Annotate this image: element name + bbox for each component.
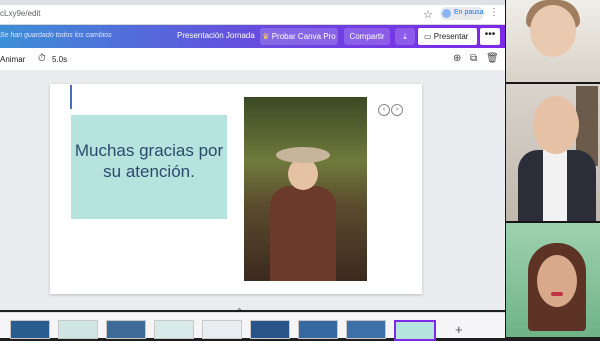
participant-lips: [551, 292, 563, 296]
profile-status-label: En pausa: [454, 9, 484, 16]
page-thumbnail[interactable]: [10, 320, 50, 339]
present-button[interactable]: ▭ Presentar: [417, 27, 478, 46]
duplicate-page-icon[interactable]: ⧉: [470, 53, 477, 64]
page-thumbnail[interactable]: [250, 320, 290, 339]
share-button[interactable]: Compartir: [344, 28, 390, 45]
thanks-text[interactable]: Muchas gracias por su atención.: [71, 140, 227, 182]
page-thumbnail[interactable]: [58, 320, 98, 339]
try-pro-button[interactable]: ♛ Probar Canva Pro: [260, 28, 338, 45]
animate-button[interactable]: Animar: [0, 55, 25, 64]
save-status: Se han guardado todos los cambios: [0, 32, 112, 39]
text-cursor: [70, 85, 72, 109]
page-thumbnail[interactable]: [298, 320, 338, 339]
presentation-title[interactable]: Presentación Jornada: [177, 31, 255, 40]
url-text[interactable]: cLxy9e/edit: [0, 9, 40, 18]
timer-icon[interactable]: ⏱: [38, 53, 46, 64]
present-icon: ▭: [424, 32, 434, 41]
more-options-icon[interactable]: •••: [479, 27, 501, 46]
add-page-button[interactable]: +: [455, 322, 463, 337]
participant-face: [537, 255, 577, 307]
bookmark-star-icon[interactable]: ☆: [423, 8, 433, 21]
photo-person-hat: [276, 147, 330, 163]
page-thumbnail[interactable]: [106, 320, 146, 339]
profile-avatar: [442, 9, 451, 18]
browser-menu-icon[interactable]: ⋮: [489, 7, 499, 18]
delete-page-icon[interactable]: 🗑: [486, 53, 499, 64]
participant-face: [533, 96, 579, 154]
chevron-right-icon[interactable]: ›: [391, 104, 403, 116]
crown-icon: ♛: [262, 32, 272, 41]
present-label: Presentar: [433, 32, 469, 41]
participant-shirt: [543, 150, 567, 221]
duration-value[interactable]: 5.0s: [52, 55, 67, 64]
try-pro-label: Probar Canva Pro: [271, 32, 336, 41]
page-thumbnail-active[interactable]: [394, 320, 436, 341]
chevron-left-icon[interactable]: ‹: [378, 104, 390, 116]
chevron-up-icon[interactable]: ⌃: [236, 307, 243, 316]
editor-toolbar: [0, 48, 505, 71]
page-thumbnail[interactable]: [346, 320, 386, 339]
photo-person-body: [270, 186, 336, 281]
add-page-icon[interactable]: ⊕: [453, 53, 461, 64]
participant-face: [530, 5, 576, 57]
page-thumbnail[interactable]: [202, 320, 242, 339]
page-thumbnail[interactable]: [154, 320, 194, 339]
download-icon[interactable]: ⤓: [395, 28, 415, 45]
